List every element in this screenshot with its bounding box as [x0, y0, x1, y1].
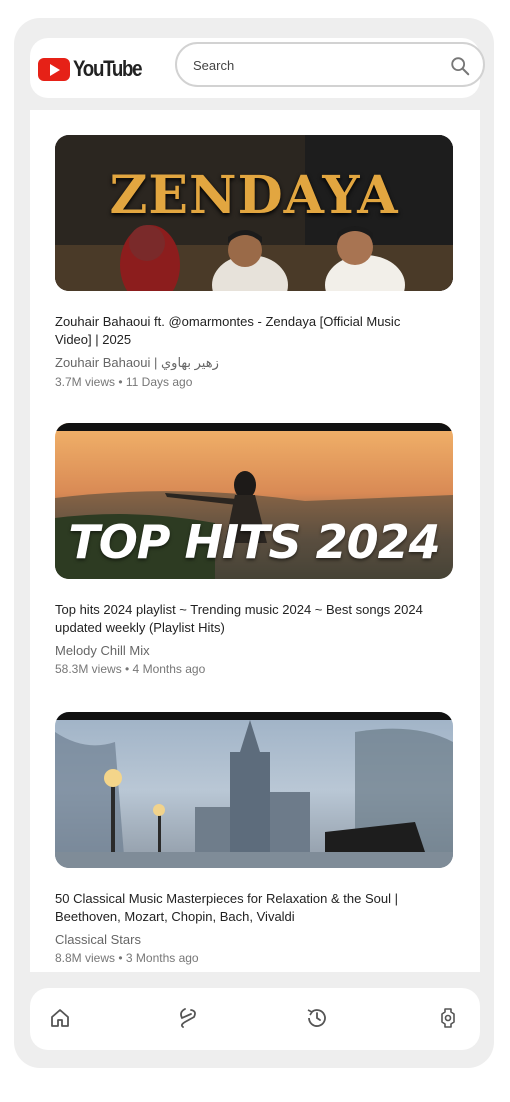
video-meta: 58.3M views • 4 Months ago	[55, 662, 206, 676]
home-icon[interactable]	[48, 1006, 72, 1030]
video-title[interactable]: 50 Classical Music Masterpieces for Rela…	[55, 890, 435, 926]
video-meta: 8.8M views • 3 Months ago	[55, 951, 199, 965]
app-frame: YouTube Search ZENDAYA Zouhair Bahaoui f…	[14, 18, 494, 1068]
video-title[interactable]: Zouhair Bahaoui ft. @omarmontes - Zenday…	[55, 313, 435, 349]
settings-icon[interactable]	[436, 1006, 460, 1030]
search-bar[interactable]	[175, 42, 485, 87]
thumbnail-title-text: ZENDAYA	[109, 165, 399, 226]
search-input[interactable]	[193, 54, 433, 76]
channel-name[interactable]: Melody Chill Mix	[55, 643, 455, 658]
header: YouTube	[30, 38, 485, 98]
channel-name[interactable]: Zouhair Bahaoui | زهير بهاوي	[55, 355, 455, 371]
thumbnail-title-text: TOP HITS 2024	[68, 515, 440, 569]
video-title[interactable]: Top hits 2024 playlist ~ Trending music …	[55, 601, 435, 637]
bottom-navigation	[30, 988, 480, 1050]
video-card[interactable]: TOP HITS 2024 Top hits 2024 playlist ~ T…	[55, 423, 455, 676]
video-feed: ZENDAYA Zouhair Bahaoui ft. @omarmontes …	[30, 110, 480, 972]
video-thumbnail[interactable]: ZENDAYA	[55, 135, 453, 291]
video-thumbnail[interactable]	[55, 712, 453, 868]
thumbnail-art	[55, 712, 453, 868]
video-card[interactable]: 50 Classical Music Masterpieces for Rela…	[55, 712, 455, 965]
youtube-logo[interactable]: YouTube	[38, 54, 153, 84]
history-icon[interactable]	[305, 1006, 329, 1030]
video-thumbnail[interactable]: TOP HITS 2024	[55, 423, 453, 579]
youtube-play-icon	[38, 57, 70, 81]
shorts-icon[interactable]	[176, 1006, 200, 1030]
logo-text: YouTube	[73, 56, 143, 81]
video-meta: 3.7M views • 11 Days ago	[55, 375, 193, 389]
channel-name[interactable]: Classical Stars	[55, 932, 455, 947]
video-card[interactable]: ZENDAYA Zouhair Bahaoui ft. @omarmontes …	[55, 135, 455, 389]
search-icon[interactable]	[449, 55, 471, 77]
